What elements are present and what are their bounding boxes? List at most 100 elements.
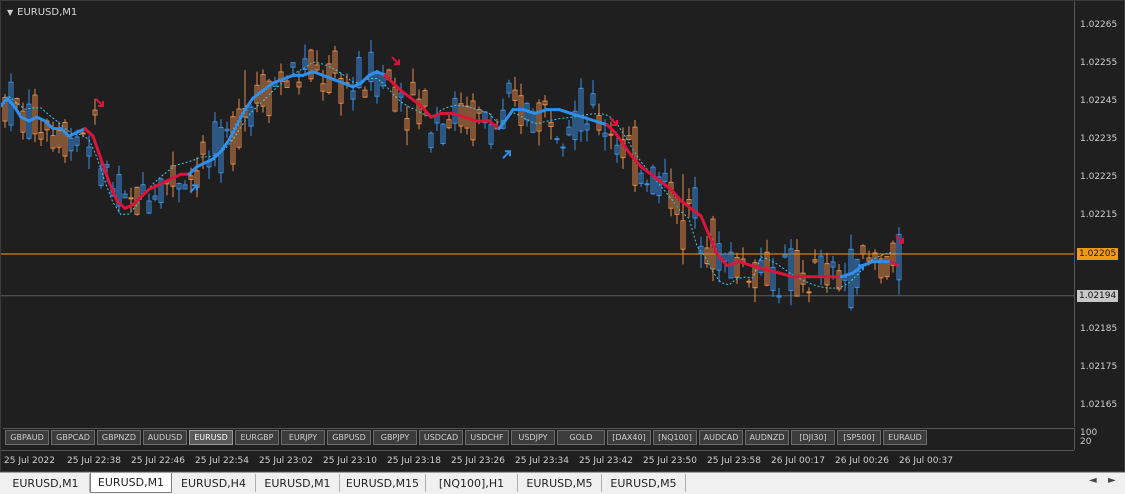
candle (524, 101, 530, 127)
symbol-button-audnzd[interactable]: AUDNZD (745, 430, 789, 445)
arrow-shaft (95, 98, 103, 106)
candle (650, 164, 656, 195)
candle (206, 150, 212, 179)
chart-tab[interactable]: EURUSD,M15 (340, 474, 426, 492)
symbol-button-dax40[interactable]: [DAX40] (607, 430, 651, 445)
candle-body (746, 280, 752, 283)
tab-scroll-right-icon[interactable]: ► (1108, 475, 1116, 486)
ma-segment (311, 70, 325, 77)
symbol-button-dji30[interactable]: [DJI30] (791, 430, 835, 445)
symbol-button-sp500[interactable]: [SP500] (837, 430, 881, 445)
ma-segment (581, 115, 597, 123)
chart-tabs-bar: EURUSD,M1 EURUSD,M1 EURUSD,H4 EURUSD,M1 EURU… (0, 472, 1125, 494)
candle (38, 117, 44, 146)
candle-body (806, 291, 812, 294)
symbol-button-gbpnzd[interactable]: GBPNZD (97, 430, 141, 445)
ma-segment (83, 127, 95, 138)
price-chart[interactable] (1, 1, 1074, 427)
candle (170, 151, 176, 198)
ma-segment (737, 260, 753, 267)
time-tick: 25 Jul 23:58 (707, 456, 761, 466)
price-axis[interactable]: 1.02265 1.02255 1.02245 1.02235 1.02225 1.022… (1074, 1, 1125, 427)
candle (686, 188, 692, 218)
ma-segment (613, 130, 625, 146)
time-tick: 25 Jul 23:42 (579, 456, 633, 466)
chart-tab[interactable]: EURUSD,M1 (90, 473, 172, 493)
symbol-button-gbpcad[interactable]: GBPCAD (51, 430, 95, 445)
candle (404, 105, 410, 146)
candle (704, 236, 710, 268)
chart-tab[interactable]: EURUSD,M5 (602, 474, 686, 492)
candle (164, 181, 170, 196)
chart-tab[interactable]: EURUSD,M5 (518, 474, 602, 492)
symbol-button-gbpaud[interactable]: GBPAUD (5, 430, 49, 445)
candle (656, 171, 662, 204)
ma-line (1, 70, 899, 279)
symbol-button-nq100[interactable]: [NQ100] (653, 430, 697, 445)
indicator-axis: 100 20 (1074, 428, 1125, 450)
candle (326, 54, 332, 95)
arrow-shaft (502, 151, 510, 159)
candle (548, 110, 554, 140)
symbol-button-gbpjpy[interactable]: GBPJPY (373, 430, 417, 445)
candle (728, 242, 734, 279)
signal-arrows (95, 56, 904, 273)
symbol-button-eurjpy[interactable]: EURJPY (281, 430, 325, 445)
candle (440, 122, 446, 146)
candle (872, 249, 878, 271)
candle (332, 45, 338, 79)
price-tick: 1.02265 (1080, 20, 1118, 30)
candle (644, 179, 650, 192)
candle (374, 71, 380, 104)
price-tick: 1.02255 (1080, 58, 1118, 68)
ma-segment (281, 73, 295, 81)
time-tick: 25 Jul 22:38 (67, 456, 121, 466)
candle (794, 239, 800, 297)
symbol-button-gbpusd[interactable]: GBPUSD (327, 430, 371, 445)
candle-body (128, 197, 134, 200)
candle (458, 92, 464, 134)
sell-arrow-icon (391, 56, 400, 66)
chart-tab[interactable]: EURUSD,H4 (172, 474, 256, 492)
ma-segment (219, 138, 231, 153)
candle (890, 240, 896, 273)
candle (314, 50, 320, 75)
candle-body (560, 146, 566, 149)
symbol-button-audcad[interactable]: AUDCAD (699, 430, 743, 445)
ma-segment (91, 134, 103, 161)
candle (884, 256, 890, 280)
chart-tab[interactable]: [NQ100],H1 (426, 474, 518, 492)
ma-segment (621, 142, 633, 157)
time-tick: 25 Jul 23:18 (387, 456, 441, 466)
sell-arrow-icon (95, 98, 104, 107)
price-tick: 1.02215 (1080, 210, 1118, 220)
time-tick: 25 Jul 23:50 (643, 456, 697, 466)
candle (554, 135, 560, 144)
time-tick: 25 Jul 22:46 (131, 456, 185, 466)
candle (398, 82, 404, 112)
chart-window[interactable]: ▼ EURUSD,M1 1.02265 1.02255 1.02245 1.02235… (0, 0, 1125, 472)
symbol-button-audusd[interactable]: AUDUSD (143, 430, 187, 445)
symbol-button-euraud[interactable]: EURAUD (883, 430, 927, 445)
candle (452, 91, 458, 132)
candle (224, 121, 230, 138)
ma-segment (341, 81, 355, 89)
ma-segment (889, 260, 899, 267)
price-tick: 1.02185 (1080, 324, 1118, 334)
candle (812, 249, 818, 265)
chart-tab[interactable]: EURUSD,M1 (256, 474, 340, 492)
candle (176, 182, 182, 203)
symbol-button-eurgbp[interactable]: EURGBP (235, 430, 279, 445)
indicator-tick: 20 (1080, 437, 1092, 447)
symbol-button-usdcad[interactable]: USDCAD (419, 430, 463, 445)
candle (878, 255, 884, 284)
tab-scroll-left-icon[interactable]: ◄ (1089, 475, 1097, 486)
candle (680, 174, 686, 265)
symbol-button-eurusd[interactable]: EURUSD (189, 430, 233, 445)
symbol-button-usdjpy[interactable]: USDJPY (511, 430, 555, 445)
symbol-button-usdchf[interactable]: USDCHF (465, 430, 509, 445)
time-axis: 25 Jul 2022 25 Jul 22:38 25 Jul 22:46 25 Ju… (1, 450, 1074, 471)
symbol-button-gold[interactable]: GOLD (557, 430, 605, 445)
candle (596, 103, 602, 136)
chart-tab[interactable]: EURUSD,M1 (2, 474, 90, 492)
